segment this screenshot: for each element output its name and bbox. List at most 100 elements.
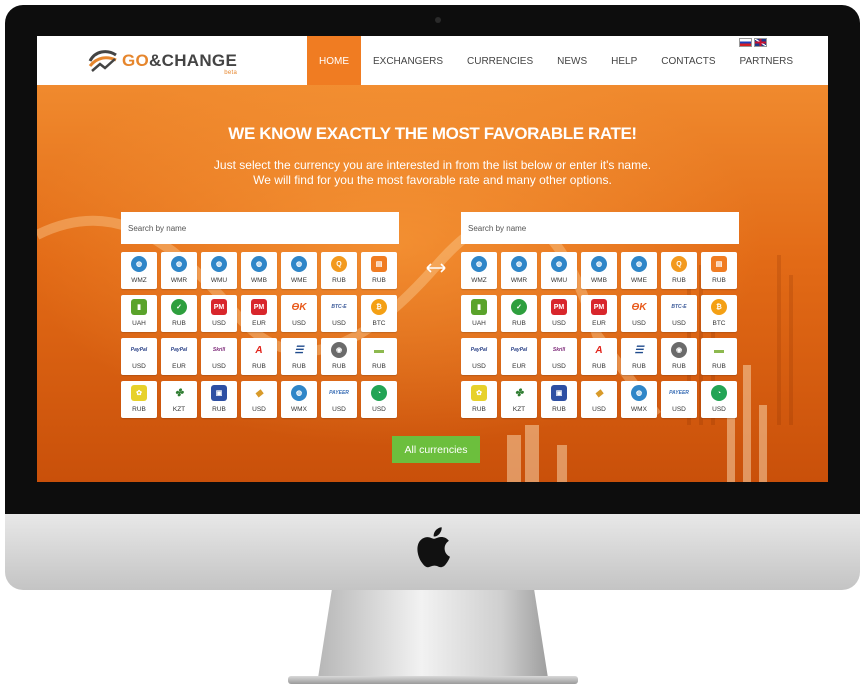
currency-tile[interactable]: ◆ USD: [581, 381, 617, 418]
currency-tile[interactable]: ▮ UAH: [121, 295, 157, 332]
hero-title: WE KNOW EXACTLY THE MOST FAVORABLE RATE!: [228, 124, 637, 143]
currency-tile[interactable]: Q RUB: [321, 252, 357, 289]
paypal-icon: PayPal: [170, 347, 188, 353]
currency-tile[interactable]: ƟK USD: [621, 295, 657, 332]
currency-tile[interactable]: Skrill USD: [201, 338, 237, 375]
currency-tile[interactable]: PM EUR: [241, 295, 277, 332]
currency-code: RUB: [372, 277, 386, 284]
currency-code: WMZ: [131, 277, 147, 284]
okpay-icon: ƟK: [291, 301, 307, 313]
currency-tile[interactable]: ◍ WME: [621, 252, 657, 289]
hero-subtitle-line-1: Just select the currency you are interes…: [213, 158, 652, 172]
search-get-input[interactable]: [461, 212, 739, 244]
currency-code: KZT: [512, 406, 526, 413]
currency-tile[interactable]: A RUB: [581, 338, 617, 375]
currency-tile[interactable]: ◍ WMZ: [121, 252, 157, 289]
russian-flag-icon[interactable]: [739, 38, 752, 47]
monitor-stand-base: [288, 676, 578, 684]
currency-tile[interactable]: ◍ WMZ: [461, 252, 497, 289]
currency-tile[interactable]: ▬ RUB: [361, 338, 397, 375]
currency-code: RUB: [332, 277, 346, 284]
currency-code: RUB: [132, 406, 146, 413]
nav-news[interactable]: NEWS: [545, 36, 599, 85]
currency-tile[interactable]: ▤ RUB: [701, 252, 737, 289]
site-logo[interactable]: GO&CHANGE beta: [87, 47, 238, 76]
moneygram-icon: ◉: [331, 342, 347, 358]
currency-tile[interactable]: ▣ RUB: [541, 381, 577, 418]
nav-help[interactable]: HELP: [599, 36, 649, 85]
nav-home[interactable]: HOME: [307, 36, 361, 85]
currency-tile[interactable]: PayPal USD: [121, 338, 157, 375]
currency-code: WMB: [251, 277, 267, 284]
currency-tile[interactable]: ◍ WMB: [581, 252, 617, 289]
currency-code: RUB: [672, 277, 686, 284]
currency-tile[interactable]: ◍ WMB: [241, 252, 277, 289]
contact-icon: ✿: [471, 385, 487, 401]
cash-icon: ◆: [255, 387, 263, 399]
beta-badge: beta: [224, 70, 238, 76]
currency-tile[interactable]: ₿ BTC: [361, 295, 397, 332]
currency-tile[interactable]: ◉ RUB: [661, 338, 697, 375]
currency-code: WMU: [210, 277, 228, 284]
currency-tile[interactable]: ✤ KZT: [161, 381, 197, 418]
currency-tile[interactable]: A RUB: [241, 338, 277, 375]
currency-tile[interactable]: ▮ UAH: [461, 295, 497, 332]
currency-tile[interactable]: ▤ RUB: [361, 252, 397, 289]
currency-tile[interactable]: ☰ RUB: [621, 338, 657, 375]
currency-code: BTC: [712, 320, 726, 327]
nav-exchangers[interactable]: EXCHANGERS: [361, 36, 455, 85]
currency-code: UAH: [132, 320, 146, 327]
currency-tile[interactable]: PM USD: [201, 295, 237, 332]
unistream-icon: ▣: [211, 385, 227, 401]
currency-tile[interactable]: ◍ WMU: [541, 252, 577, 289]
currency-tile[interactable]: ₿ BTC: [701, 295, 737, 332]
currency-tile[interactable]: ◍ WME: [281, 252, 317, 289]
currency-code: USD: [552, 320, 566, 327]
webmoney-icon: ◍: [131, 256, 147, 272]
currency-tile[interactable]: PAYEER USD: [321, 381, 357, 418]
currency-tile[interactable]: ◔ USD: [361, 381, 397, 418]
currency-tile[interactable]: PayPal EUR: [501, 338, 537, 375]
currency-tile[interactable]: ☰ RUB: [281, 338, 317, 375]
currency-tile[interactable]: ◉ RUB: [321, 338, 357, 375]
currency-tile[interactable]: ◍ WMX: [281, 381, 317, 418]
search-give-input[interactable]: [121, 212, 399, 244]
alfa-bank-icon: A: [255, 344, 263, 356]
currency-tile[interactable]: ◔ USD: [701, 381, 737, 418]
currency-code: EUR: [592, 320, 606, 327]
currency-code: USD: [132, 363, 146, 370]
currency-tile[interactable]: BTC-E USD: [321, 295, 357, 332]
currency-tile[interactable]: PM EUR: [581, 295, 617, 332]
currency-tile[interactable]: PayPal USD: [461, 338, 497, 375]
currency-tile[interactable]: PayPal EUR: [161, 338, 197, 375]
currency-tile[interactable]: ✤ KZT: [501, 381, 537, 418]
currency-tile[interactable]: ƟK USD: [281, 295, 317, 332]
webmoney-icon: ◍: [511, 256, 527, 272]
currency-tile[interactable]: PM USD: [541, 295, 577, 332]
currency-tile[interactable]: Skrill USD: [541, 338, 577, 375]
logo-text: GO&CHANGE beta: [122, 51, 238, 76]
swap-arrows-icon[interactable]: [426, 262, 446, 274]
nav-contacts[interactable]: CONTACTS: [649, 36, 727, 85]
kazkom-icon: ✤: [174, 387, 184, 399]
btc-e-icon: BTC-E: [331, 304, 347, 310]
currency-tile[interactable]: PAYEER USD: [661, 381, 697, 418]
currency-tile[interactable]: ✓ RUB: [161, 295, 197, 332]
currency-tile[interactable]: ◍ WMX: [621, 381, 657, 418]
currency-tile[interactable]: ◍ WMR: [161, 252, 197, 289]
currency-tile[interactable]: ▣ RUB: [201, 381, 237, 418]
currency-tile[interactable]: ◍ WMR: [501, 252, 537, 289]
currency-tile[interactable]: ◍ WMU: [201, 252, 237, 289]
webmoney-icon: ◍: [251, 256, 267, 272]
nav-currencies[interactable]: CURRENCIES: [455, 36, 545, 85]
currency-tile[interactable]: Q RUB: [661, 252, 697, 289]
currency-tile[interactable]: ✿ RUB: [461, 381, 497, 418]
currency-tile[interactable]: ✿ RUB: [121, 381, 157, 418]
all-currencies-button[interactable]: All currencies: [392, 436, 480, 463]
currency-tile[interactable]: ✓ RUB: [501, 295, 537, 332]
uk-flag-icon[interactable]: [754, 38, 767, 47]
currency-tile[interactable]: BTC-E USD: [661, 295, 697, 332]
currency-tile[interactable]: ◆ USD: [241, 381, 277, 418]
currency-tile[interactable]: ▬ RUB: [701, 338, 737, 375]
chat-icon: ◔: [711, 385, 727, 401]
